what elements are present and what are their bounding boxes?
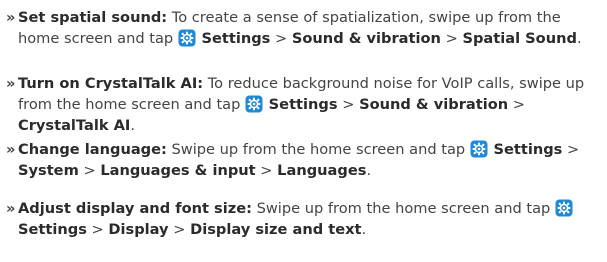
path-spatial-sound: Spatial Sound bbox=[462, 30, 577, 47]
path-separator: > bbox=[260, 162, 273, 179]
path-crystaltalk-ai: CrystalTalk AI bbox=[18, 117, 131, 134]
period: . bbox=[576, 30, 582, 47]
settings-gear-icon bbox=[245, 95, 263, 113]
path-separator: > bbox=[445, 30, 458, 47]
path-separator: > bbox=[91, 221, 104, 238]
settings-gear-icon bbox=[470, 140, 488, 158]
path-sound-vibration: Sound & vibration bbox=[359, 96, 509, 113]
period: . bbox=[130, 117, 136, 134]
item-lead-text: Swipe up from the home screen and tap bbox=[256, 200, 551, 217]
bullet-marker: » bbox=[6, 200, 16, 217]
list-item-change-language: » Change language: Swipe up from the hom… bbox=[6, 139, 604, 181]
path-separator: > bbox=[567, 141, 580, 158]
item-lead-text: Swipe up from the home screen and tap bbox=[171, 141, 466, 158]
list-item-spatial-sound: » Set spatial sound: To create a sense o… bbox=[6, 7, 604, 49]
list-item-display-font-size: » Adjust display and font size: Swipe up… bbox=[6, 198, 604, 240]
period: . bbox=[366, 162, 372, 179]
item-title: Turn on CrystalTalk AI: bbox=[18, 75, 204, 92]
path-display-size-text: Display size and text bbox=[190, 221, 362, 238]
path-settings: Settings bbox=[18, 221, 87, 238]
path-separator: > bbox=[173, 221, 186, 238]
bullet-marker: » bbox=[6, 75, 16, 92]
path-separator: > bbox=[83, 162, 96, 179]
path-languages-input: Languages & input bbox=[100, 162, 256, 179]
bullet-marker: » bbox=[6, 141, 16, 158]
path-separator: > bbox=[342, 96, 355, 113]
settings-gear-icon bbox=[555, 199, 573, 217]
settings-gear-icon bbox=[178, 29, 196, 47]
path-settings: Settings bbox=[201, 30, 271, 47]
path-separator: > bbox=[512, 96, 526, 113]
path-system: System bbox=[18, 162, 79, 179]
item-title: Change language: bbox=[18, 141, 167, 158]
item-title: Set spatial sound: bbox=[18, 9, 168, 26]
path-languages: Languages bbox=[277, 162, 367, 179]
path-settings: Settings bbox=[493, 141, 563, 158]
bullet-marker: » bbox=[6, 9, 16, 26]
path-separator: > bbox=[275, 30, 288, 47]
document-page: » Set spatial sound: To create a sense o… bbox=[0, 0, 607, 262]
list-item-crystaltalk: » Turn on CrystalTalk AI: To reduce back… bbox=[6, 73, 604, 136]
item-title: Adjust display and font size: bbox=[18, 200, 252, 217]
path-display: Display bbox=[108, 221, 169, 238]
path-sound-vibration: Sound & vibration bbox=[291, 30, 441, 47]
path-settings: Settings bbox=[268, 96, 338, 113]
period: . bbox=[361, 221, 367, 238]
